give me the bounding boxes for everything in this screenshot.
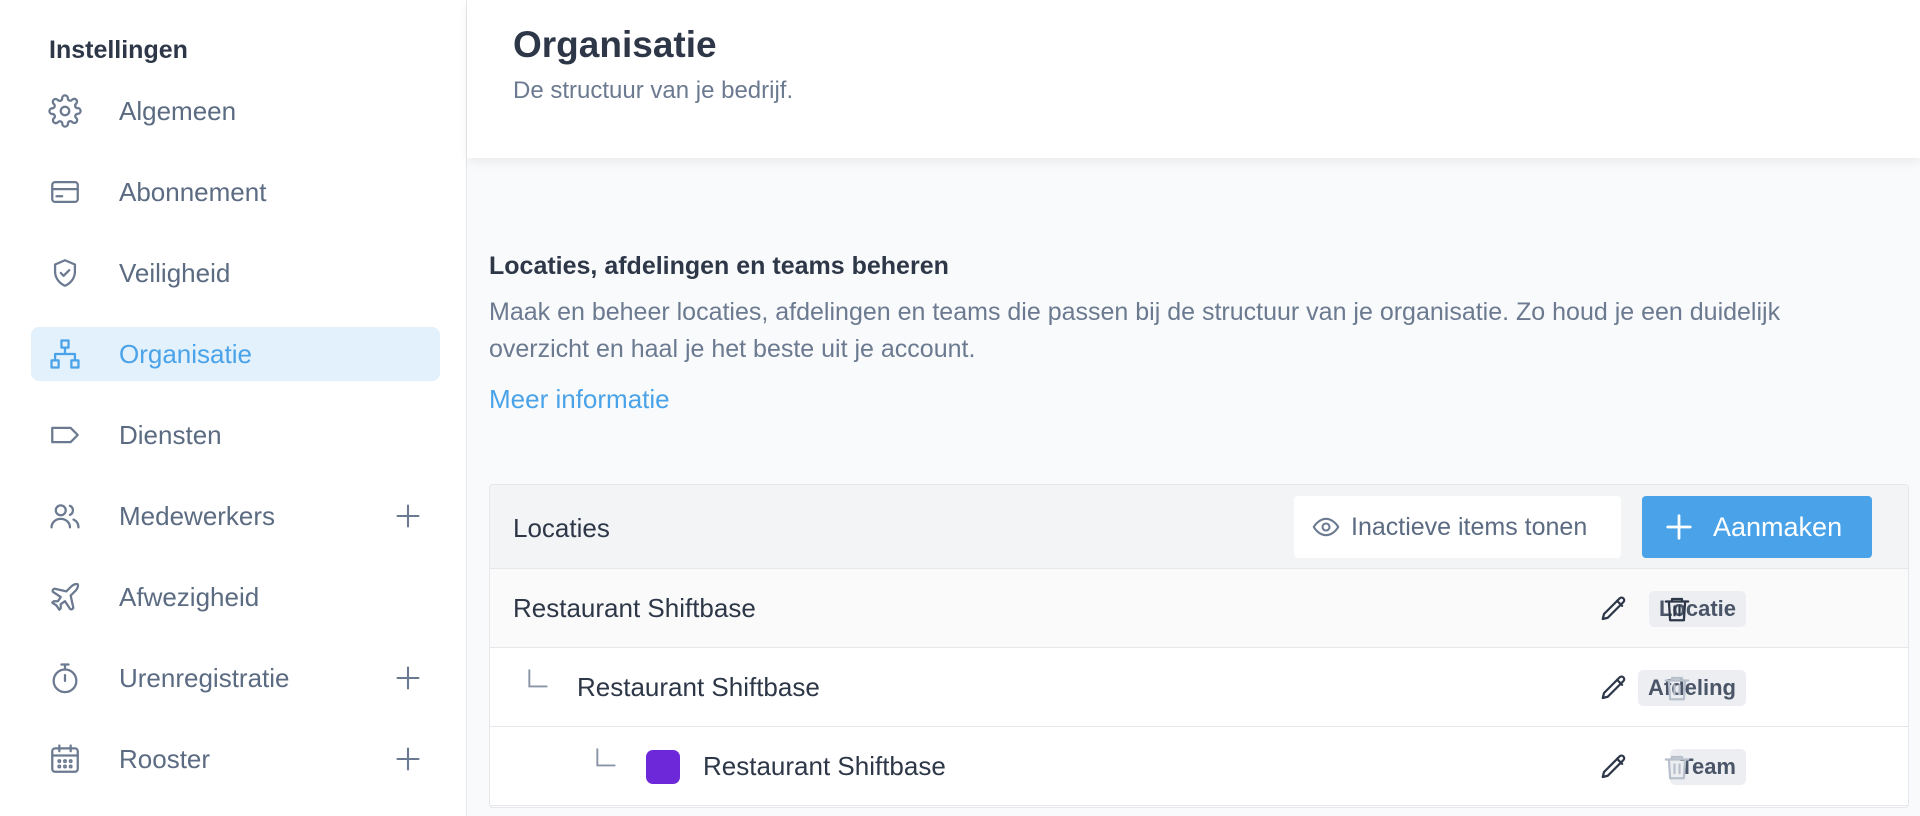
show-inactive-button[interactable]: Inactieve items tonen bbox=[1294, 496, 1621, 558]
sidebar-item-diensten[interactable]: Diensten bbox=[31, 408, 440, 462]
plus-icon bbox=[1664, 512, 1694, 542]
sidebar-item-veiligheid[interactable]: Veiligheid bbox=[31, 246, 440, 300]
sidebar-item-organisatie[interactable]: Organisatie bbox=[31, 327, 440, 381]
delete-trash-icon[interactable] bbox=[1662, 752, 1692, 782]
table-header: Locaties Inactieve items tonen Aanmaken bbox=[490, 485, 1908, 569]
locations-table: Locaties Inactieve items tonen Aanmaken … bbox=[489, 484, 1909, 808]
edit-pencil-icon[interactable] bbox=[1599, 673, 1629, 703]
row-name: Restaurant Shiftbase bbox=[513, 593, 756, 623]
tag-icon bbox=[48, 418, 82, 452]
eye-icon bbox=[1312, 513, 1340, 541]
create-label: Aanmaken bbox=[1713, 512, 1843, 542]
sidebar-item-label: Abonnement bbox=[119, 176, 267, 207]
sidebar-item-algemeen[interactable]: Algemeen bbox=[31, 84, 440, 138]
page-title: Organisatie bbox=[513, 24, 717, 65]
sidebar-heading: Instellingen bbox=[49, 36, 188, 64]
table-row-afdeling: Restaurant Shiftbase Afdeling bbox=[490, 648, 1908, 727]
sidebar-item-label: Rooster bbox=[119, 743, 211, 774]
type-badge: Afdeling bbox=[1638, 670, 1746, 706]
table-row-locatie: Restaurant Shiftbase Locatie bbox=[490, 569, 1908, 648]
table-title: Locaties bbox=[513, 513, 610, 543]
sidebar-item-urenregistratie[interactable]: Urenregistratie bbox=[31, 651, 440, 705]
calendar-icon bbox=[48, 742, 82, 776]
sidebar-item-afwezigheid[interactable]: Afwezigheid bbox=[31, 570, 440, 624]
shield-check-icon bbox=[48, 256, 82, 290]
sidebar-item-rooster[interactable]: Rooster bbox=[31, 732, 440, 786]
delete-trash-icon[interactable] bbox=[1662, 594, 1692, 624]
org-chart-icon bbox=[48, 337, 82, 371]
add-urenregistratie-plus-icon[interactable] bbox=[394, 664, 422, 692]
show-inactive-label: Inactieve items tonen bbox=[1351, 513, 1588, 541]
team-color-swatch bbox=[646, 750, 680, 784]
page-header: Organisatie De structuur van je bedrijf. bbox=[467, 0, 1920, 158]
users-icon bbox=[48, 499, 82, 533]
sidebar-item-label: Afwezigheid bbox=[119, 581, 260, 612]
page-subtitle: De structuur van je bedrijf. bbox=[513, 77, 794, 104]
edit-pencil-icon[interactable] bbox=[1599, 752, 1629, 782]
sidebar: Instellingen Algemeen Abonnement Veiligh… bbox=[0, 0, 467, 816]
section-description: Maak en beheer locaties, afdelingen en t… bbox=[489, 298, 1781, 363]
credit-card-icon bbox=[48, 175, 82, 209]
tree-connector-icon bbox=[525, 668, 551, 694]
row-name: Restaurant Shiftbase bbox=[577, 672, 820, 702]
edit-pencil-icon[interactable] bbox=[1599, 594, 1629, 624]
table-row-team: Restaurant Shiftbase Team bbox=[490, 727, 1908, 806]
sidebar-item-medewerkers[interactable]: Medewerkers bbox=[31, 489, 440, 543]
plane-icon bbox=[48, 580, 82, 614]
main-content: Organisatie De structuur van je bedrijf.… bbox=[467, 0, 1920, 816]
tree-connector-icon bbox=[593, 747, 619, 773]
section-title: Locaties, afdelingen en teams beheren bbox=[489, 252, 949, 280]
sidebar-item-label: Algemeen bbox=[119, 95, 237, 126]
sidebar-item-label: Diensten bbox=[119, 419, 222, 450]
add-medewerker-plus-icon[interactable] bbox=[394, 502, 422, 530]
create-button[interactable]: Aanmaken bbox=[1642, 496, 1872, 558]
stopwatch-icon bbox=[48, 661, 82, 695]
row-name: Restaurant Shiftbase bbox=[703, 751, 946, 781]
sidebar-item-abonnement[interactable]: Abonnement bbox=[31, 165, 440, 219]
sidebar-item-label: Organisatie bbox=[119, 338, 252, 369]
add-rooster-plus-icon[interactable] bbox=[394, 745, 422, 773]
sidebar-item-label: Veiligheid bbox=[119, 257, 231, 288]
sidebar-item-label: Medewerkers bbox=[119, 500, 276, 531]
sidebar-item-label: Urenregistratie bbox=[119, 662, 290, 693]
more-info-link[interactable]: Meer informatie bbox=[489, 384, 670, 415]
gear-icon bbox=[48, 94, 82, 128]
delete-trash-icon[interactable] bbox=[1662, 673, 1692, 703]
